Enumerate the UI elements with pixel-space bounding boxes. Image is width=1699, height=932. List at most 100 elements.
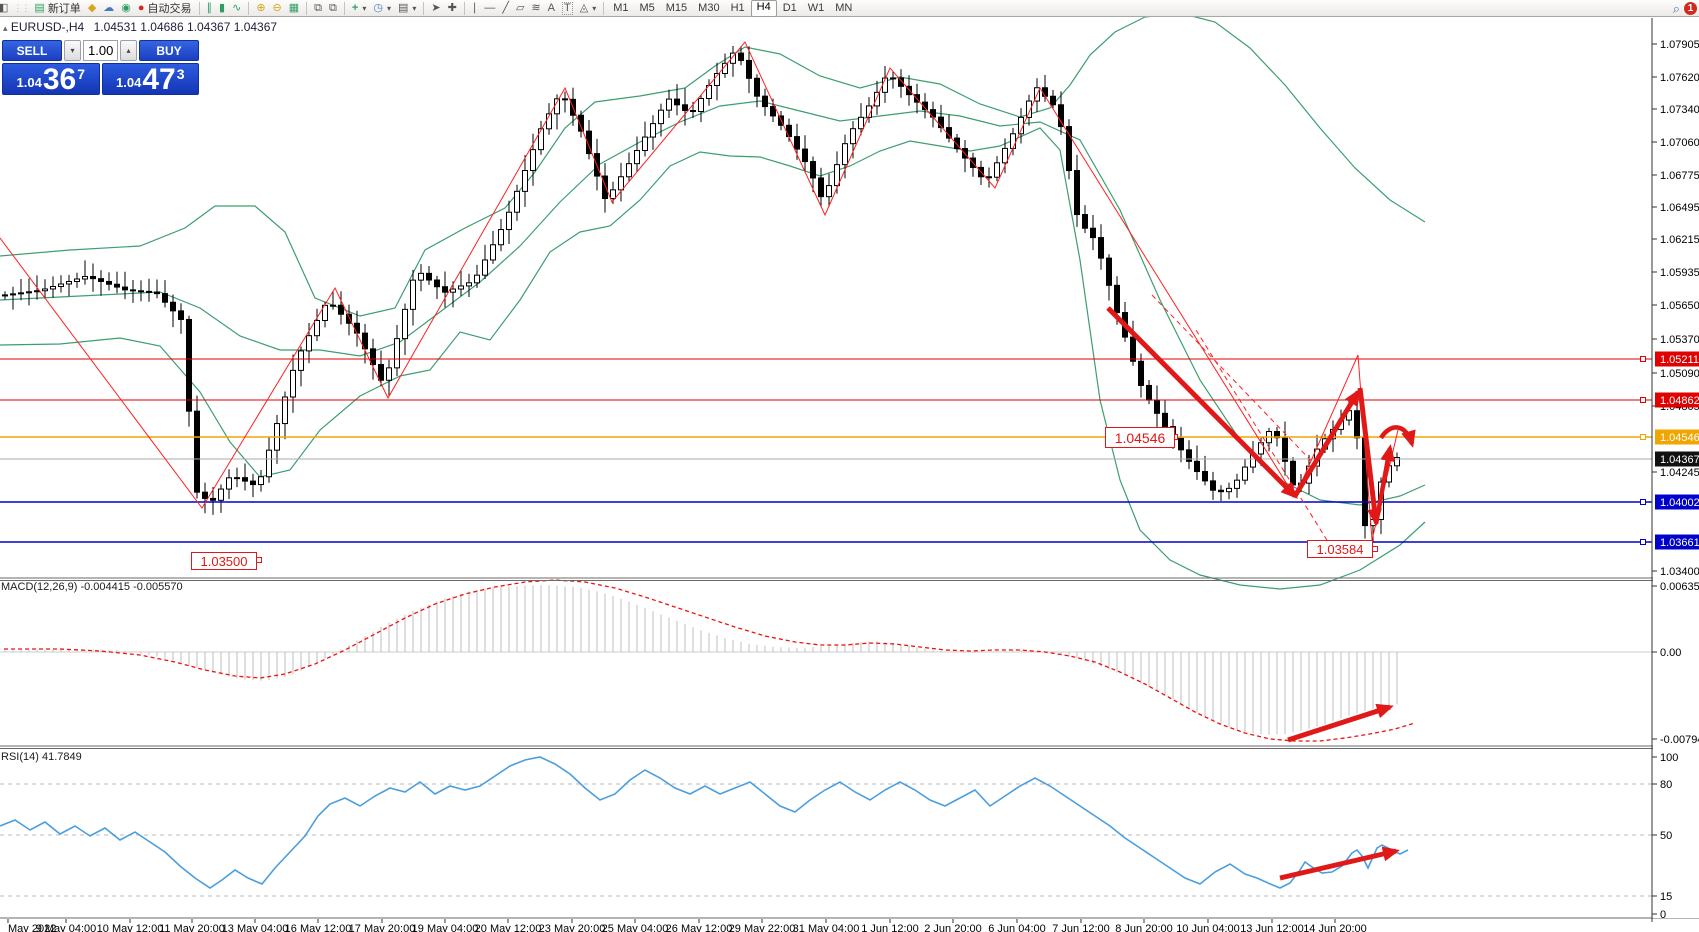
auto-scroll-button[interactable]: ⧉ [311,1,325,16]
mt4-chart-window: ◧ ⋮⋮ ▤ 新订单 ◆ ☁ ◉ ● 自动交易 ∥ ▮ ∿ ⊕ ⊖ ▦ ⧉ ⧉ … [0,0,1699,932]
trendline-icon: ╱ [502,1,509,16]
bar-chart-button[interactable]: ∥ [204,1,216,16]
lot-decrease-button[interactable]: ▾ [64,40,81,61]
svg-text:1.04862: 1.04862 [1660,395,1699,407]
svg-text:1.06495: 1.06495 [1660,202,1699,214]
lot-size-input[interactable] [83,40,118,61]
add-indicator-icon: + [352,1,358,16]
fibonacci-icon: ≋ [531,1,540,16]
line-chart-icon: ∿ [232,1,241,16]
svg-text:17 May 20:00: 17 May 20:00 [349,923,416,932]
shapes-tool-button[interactable]: ◬▾ [577,1,599,16]
trendline-tool-button[interactable]: ╱ [499,1,512,16]
vline-icon: ∣ [472,1,478,16]
timeframe-m15[interactable]: M15 [661,1,692,16]
chart-symbol-period: EURUSD-,H4 [11,20,84,34]
crosshair-icon: ✚ [448,1,457,16]
svg-text:1.05935: 1.05935 [1660,267,1699,279]
text-tool-button[interactable]: A [545,1,558,16]
price-annotation-103584[interactable]: 1.03584 [1307,540,1373,558]
timeframe-h4[interactable]: H4 [751,0,777,17]
price-annotation-103500[interactable]: 1.03500 [191,552,257,570]
svg-text:13 May 04:00: 13 May 04:00 [222,923,289,932]
autotrade-button[interactable]: ● 自动交易 [135,1,195,16]
svg-text:7 Jun 12:00: 7 Jun 12:00 [1052,923,1110,932]
svg-text:26 May 12:00: 26 May 12:00 [666,923,733,932]
candlestick-chart-button[interactable]: ▮ [216,1,228,16]
cloud-button[interactable]: ☁ [100,1,117,16]
svg-text:13 Jun 12:00: 13 Jun 12:00 [1240,923,1304,932]
signal-button[interactable]: ◉ [118,1,134,16]
channel-icon: ▱ [516,1,524,16]
svg-text:1.05211: 1.05211 [1660,354,1699,366]
crosshair-tool-button[interactable]: ✚ [445,1,460,16]
dropdown-icon: ▾ [362,4,366,13]
dropdown-icon: ▾ [412,4,416,13]
svg-text:14 Jun 20:00: 14 Jun 20:00 [1303,923,1367,932]
timeframe-mn[interactable]: MN [830,1,857,16]
timeframe-h1[interactable]: H1 [726,1,750,16]
price-annotation-104546[interactable]: 1.04546 [1105,427,1175,448]
chart-corner-icon: ▴ [3,23,8,33]
svg-text:1.07060: 1.07060 [1660,137,1699,149]
hline-tool-button[interactable]: ― [481,1,498,16]
search-button[interactable]: ⌕ [1670,1,1683,16]
label-tool-button[interactable]: T [559,1,576,16]
svg-text:100: 100 [1660,752,1678,764]
templates-button[interactable]: ▤▾ [395,1,419,16]
hline-icon: ― [484,1,495,16]
clock-icon: ◷ [373,1,383,16]
sell-price-display[interactable]: 1.04 36 7 [2,63,100,95]
autotrade-icon: ● [138,1,145,16]
svg-text:1.05370: 1.05370 [1660,334,1699,346]
svg-text:80: 80 [1660,779,1672,791]
timeframe-m1[interactable]: M1 [608,1,633,16]
cursor-icon: ➤ [431,1,440,16]
svg-text:1.04367: 1.04367 [1660,454,1699,466]
tile-windows-icon: ▦ [289,1,299,16]
svg-text:0: 0 [1660,909,1666,921]
chart-partial-icon: ◧ [0,1,11,16]
svg-text:2 Jun 20:00: 2 Jun 20:00 [924,923,982,932]
cursor-tool-button[interactable]: ➤ [428,1,443,16]
svg-text:23 May 20:00: 23 May 20:00 [539,923,606,932]
tile-windows-button[interactable]: ▦ [286,1,302,16]
new-order-button[interactable]: ▤ 新订单 [31,1,83,16]
timeframe-w1[interactable]: W1 [803,1,830,16]
toolbar-grip: ⋮⋮ [13,3,29,14]
buy-price-display[interactable]: 1.04 47 3 [102,63,200,95]
svg-text:25 May 04:00: 25 May 04:00 [602,923,669,932]
sell-price-base: 1.04 [17,75,42,90]
chart-canvas[interactable]: 1.079051.076201.073401.070601.067751.064… [0,0,1699,932]
svg-text:0.006359: 0.006359 [1660,581,1699,593]
line-chart-button[interactable]: ∿ [229,1,244,16]
add-indicator-button[interactable]: +▾ [349,1,369,16]
svg-text:1.07905: 1.07905 [1660,39,1699,51]
svg-text:19 May 04:00: 19 May 04:00 [412,923,479,932]
market-watch-button[interactable]: ◆ [85,1,99,16]
timeframe-m30[interactable]: M30 [693,1,724,16]
svg-text:1.04245: 1.04245 [1660,467,1699,479]
fibonacci-tool-button[interactable]: ≋ [528,1,543,16]
svg-text:6 Jun 04:00: 6 Jun 04:00 [988,923,1046,932]
buy-button[interactable]: BUY [139,40,199,61]
svg-text:1.06215: 1.06215 [1660,234,1699,246]
lot-increase-button[interactable]: ▴ [120,40,137,61]
channel-tool-button[interactable]: ▱ [513,1,527,16]
shift-chart-icon: ⧉ [329,1,337,16]
vline-tool-button[interactable]: ∣ [469,1,481,16]
svg-text:11 May 20:00: 11 May 20:00 [159,923,225,932]
zoom-in-button[interactable]: ⊕ [253,1,268,16]
timeframe-m5[interactable]: M5 [634,1,659,16]
sell-price-sup: 7 [77,66,85,82]
svg-text:20 May 12:00: 20 May 12:00 [475,923,542,932]
notification-badge[interactable]: 1 [1684,2,1697,15]
shift-chart-button[interactable]: ⧉ [326,1,340,16]
sell-button[interactable]: SELL [2,40,62,61]
svg-text:29 May 22:00: 29 May 22:00 [729,923,796,932]
zoom-out-button[interactable]: ⊖ [270,1,285,16]
search-icon: ⌕ [1673,1,1680,16]
label-tool-icon: T [562,2,573,15]
timeframe-d1[interactable]: D1 [778,1,802,16]
periods-button[interactable]: ◷▾ [370,1,394,16]
